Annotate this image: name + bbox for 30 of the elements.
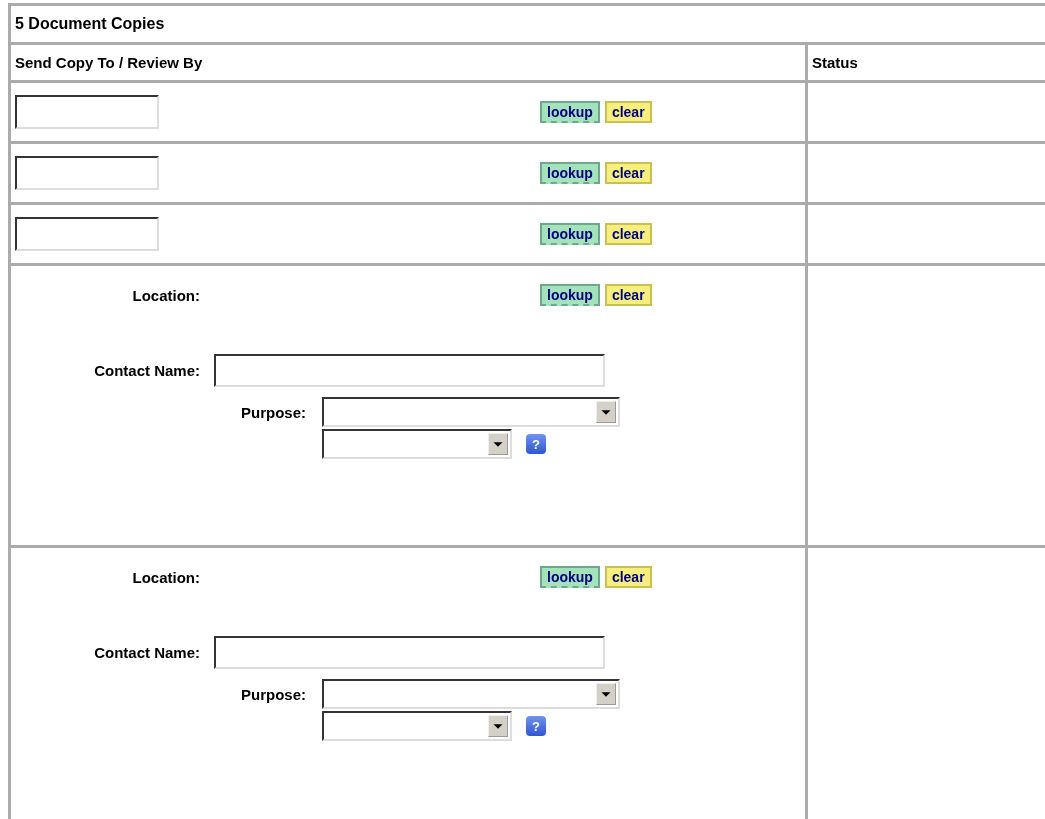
help-button[interactable]: ? bbox=[526, 434, 546, 454]
clear-button[interactable]: clear bbox=[604, 223, 652, 245]
section-title: 5 Document Copies bbox=[15, 15, 165, 33]
purpose-label: Purpose: bbox=[240, 403, 306, 421]
column-header-text: Send Copy To / Review By bbox=[15, 54, 203, 71]
dropdown-field[interactable] bbox=[322, 679, 620, 709]
recipient-field[interactable] bbox=[15, 95, 159, 129]
recipient-field[interactable] bbox=[15, 217, 159, 251]
lookup-button[interactable]: lookup bbox=[540, 223, 600, 245]
contact-name-label: Contact Name: bbox=[93, 362, 200, 379]
clear-button[interactable]: clear bbox=[604, 566, 652, 588]
clear-button[interactable]: clear bbox=[604, 162, 652, 184]
clear-button[interactable]: clear bbox=[604, 284, 652, 306]
dropdown-field[interactable] bbox=[322, 429, 512, 459]
lookup-button[interactable]: lookup bbox=[540, 566, 600, 588]
help-button[interactable]: ? bbox=[526, 716, 546, 736]
contact-name-field[interactable] bbox=[214, 636, 605, 669]
column-header-text: Status bbox=[812, 54, 858, 71]
clear-button[interactable]: clear bbox=[604, 101, 652, 123]
lookup-button[interactable]: lookup bbox=[540, 162, 600, 184]
purpose-label: Purpose: bbox=[240, 685, 306, 703]
location-label: Location: bbox=[131, 286, 200, 304]
dropdown-field[interactable] bbox=[322, 711, 512, 741]
contact-name-label: Contact Name: bbox=[93, 644, 200, 661]
contact-name-field[interactable] bbox=[214, 354, 605, 387]
recipient-field[interactable] bbox=[15, 156, 159, 190]
lookup-button[interactable]: lookup bbox=[540, 101, 600, 123]
lookup-button[interactable]: lookup bbox=[540, 284, 600, 306]
location-label: Location: bbox=[131, 568, 200, 586]
dropdown-field[interactable] bbox=[322, 397, 620, 427]
